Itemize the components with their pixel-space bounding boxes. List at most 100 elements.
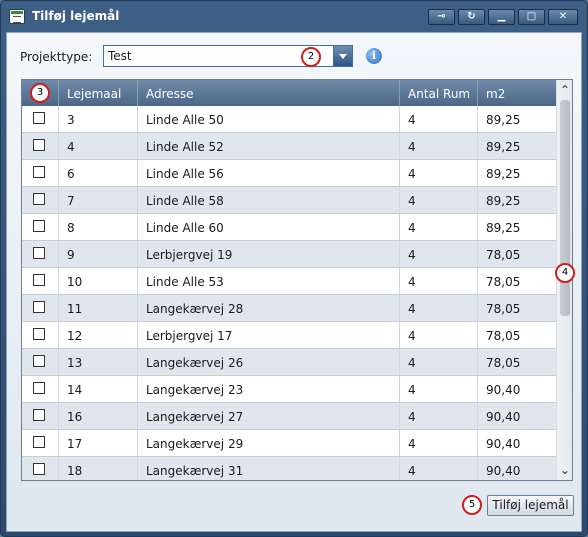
- cell-lejemaal: 12: [59, 322, 138, 348]
- cell-antal-rum: 4: [400, 295, 478, 321]
- table-row[interactable]: 12 Lerbjergvej 17 4 78,05: [22, 322, 557, 349]
- window-controls: ⊸ ↻ ▁ □ ✕: [428, 9, 578, 25]
- cell-lejemaal: 3: [59, 106, 138, 132]
- scroll-up-icon[interactable]: ⌃: [557, 80, 572, 100]
- scroll-thumb[interactable]: [560, 100, 570, 316]
- table-row[interactable]: 17 Langekærvej 29 4 90,40: [22, 430, 557, 457]
- cell-adresse: Linde Alle 58: [138, 187, 400, 213]
- grid-rows: 3 Linde Alle 50 4 89,25 4 Linde Alle 52 4 89,25…: [22, 106, 557, 480]
- row-checkbox-cell: [22, 241, 59, 267]
- pin-button[interactable]: ⊸: [428, 9, 455, 25]
- cell-adresse: Linde Alle 53: [138, 268, 400, 294]
- lejemaal-grid: Lejemaal Adresse Antal Rum m2 3 3 Linde A…: [21, 79, 573, 481]
- cell-adresse: Linde Alle 60: [138, 214, 400, 240]
- table-row[interactable]: 9 Lerbjergvej 19 4 78,05: [22, 241, 557, 268]
- info-icon[interactable]: i: [366, 48, 382, 64]
- maximize-icon: □: [526, 11, 537, 22]
- dialog-window: Tilføj lejemål ⊸ ↻ ▁ □ ✕ Projekttype: Te…: [0, 0, 588, 537]
- table-row[interactable]: 7 Linde Alle 58 4 89,25: [22, 187, 557, 214]
- cell-lejemaal: 10: [59, 268, 138, 294]
- row-checkbox[interactable]: [33, 409, 45, 421]
- cell-adresse: Langekærvej 28: [138, 295, 400, 321]
- row-checkbox[interactable]: [33, 355, 45, 367]
- form-icon: [9, 9, 25, 24]
- window-title: Tilføj lejemål: [32, 9, 120, 23]
- row-checkbox[interactable]: [33, 166, 45, 178]
- table-row[interactable]: 10 Linde Alle 53 4 78,05: [22, 268, 557, 295]
- refresh-button[interactable]: ↻: [458, 9, 485, 25]
- row-checkbox[interactable]: [33, 139, 45, 151]
- close-icon: ✕: [558, 11, 568, 22]
- row-checkbox[interactable]: [33, 301, 45, 313]
- cell-lejemaal: 8: [59, 214, 138, 240]
- column-header-antal-rum[interactable]: Antal Rum: [400, 80, 478, 106]
- table-row[interactable]: 11 Langekærvej 28 4 78,05: [22, 295, 557, 322]
- title-bar[interactable]: Tilføj lejemål ⊸ ↻ ▁ □ ✕: [1, 1, 587, 32]
- table-row[interactable]: 16 Langekærvej 27 4 90,40: [22, 403, 557, 430]
- row-checkbox[interactable]: [33, 436, 45, 448]
- cell-m2: 78,05: [486, 356, 521, 370]
- close-button[interactable]: ✕: [548, 9, 578, 25]
- row-checkbox[interactable]: [33, 193, 45, 205]
- maximize-button[interactable]: □: [518, 9, 545, 25]
- row-checkbox-cell: [22, 187, 59, 213]
- cell-antal-rum: 4: [400, 187, 478, 213]
- cell-antal-rum: 4: [400, 349, 478, 375]
- row-checkbox[interactable]: [33, 382, 45, 394]
- projekttype-label: Projekttype:: [20, 50, 93, 64]
- row-checkbox[interactable]: [33, 274, 45, 286]
- chevron-down-icon[interactable]: [333, 46, 352, 66]
- grid-header: Lejemaal Adresse Antal Rum m2: [22, 80, 557, 106]
- cell-lejemaal: 4: [59, 133, 138, 159]
- cell-antal-rum: 4: [400, 430, 478, 456]
- cell-m2: 89,25: [486, 221, 521, 235]
- cell-adresse: Langekærvej 26: [138, 349, 400, 375]
- row-checkbox-cell: [22, 133, 59, 159]
- cell-antal-rum: 4: [400, 322, 478, 348]
- cell-adresse: Langekærvej 31: [138, 457, 400, 480]
- row-checkbox[interactable]: [33, 247, 45, 259]
- row-checkbox[interactable]: [33, 112, 45, 124]
- column-header-m2[interactable]: m2: [478, 80, 557, 106]
- table-row[interactable]: 8 Linde Alle 60 4 89,25: [22, 214, 557, 241]
- cell-adresse: Linde Alle 52: [138, 133, 400, 159]
- scroll-down-icon[interactable]: ⌄: [557, 460, 572, 480]
- column-header-adresse[interactable]: Adresse: [138, 80, 400, 106]
- column-header-lejemaal[interactable]: Lejemaal: [59, 80, 138, 106]
- cell-lejemaal: 7: [59, 187, 138, 213]
- pin-icon: ⊸: [437, 11, 446, 22]
- cell-antal-rum: 4: [400, 376, 478, 402]
- row-checkbox[interactable]: [33, 220, 45, 232]
- table-row[interactable]: 3 Linde Alle 50 4 89,25: [22, 106, 557, 133]
- table-row[interactable]: 13 Langekærvej 26 4 78,05: [22, 349, 557, 376]
- refresh-icon: ↻: [467, 11, 476, 22]
- cell-adresse: Langekærvej 29: [138, 430, 400, 456]
- cell-adresse: Lerbjergvej 19: [138, 241, 400, 267]
- cell-lejemaal: 14: [59, 376, 138, 402]
- row-checkbox[interactable]: [33, 463, 45, 475]
- row-checkbox-cell: [22, 349, 59, 375]
- cell-antal-rum: 4: [400, 268, 478, 294]
- minimize-button[interactable]: ▁: [488, 9, 515, 25]
- table-row[interactable]: 18 Langekærvej 31 4 90,40: [22, 457, 557, 480]
- cell-m2: 90,40: [486, 437, 521, 451]
- cell-lejemaal: 16: [59, 403, 138, 429]
- annotation-marker-3: 3: [30, 83, 50, 103]
- annotation-marker-5: 5: [462, 495, 482, 515]
- row-checkbox-cell: [22, 457, 59, 480]
- cell-m2: 90,40: [486, 464, 521, 478]
- cell-m2: 90,40: [486, 383, 521, 397]
- cell-adresse: Lerbjergvej 17: [138, 322, 400, 348]
- cell-m2: 89,25: [486, 140, 521, 154]
- cell-adresse: Langekærvej 23: [138, 376, 400, 402]
- table-row[interactable]: 6 Linde Alle 56 4 89,25: [22, 160, 557, 187]
- annotation-marker-2: 2: [301, 47, 321, 67]
- table-row[interactable]: 4 Linde Alle 52 4 89,25: [22, 133, 557, 160]
- row-checkbox-cell: [22, 430, 59, 456]
- row-checkbox-cell: [22, 403, 59, 429]
- cell-adresse: Linde Alle 50: [138, 106, 400, 132]
- cell-lejemaal: 17: [59, 430, 138, 456]
- table-row[interactable]: 14 Langekærvej 23 4 90,40: [22, 376, 557, 403]
- add-lejemaal-button[interactable]: Tilføj lejemål: [487, 495, 574, 516]
- row-checkbox[interactable]: [33, 328, 45, 340]
